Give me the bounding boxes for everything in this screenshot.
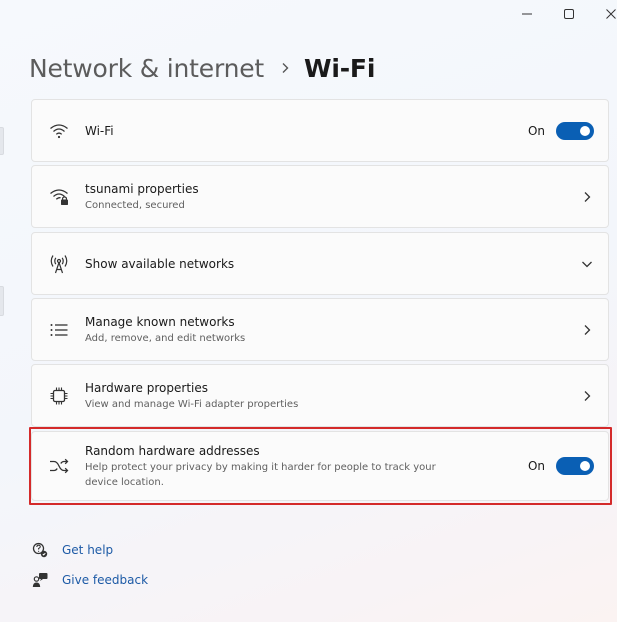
close-button[interactable] bbox=[588, 0, 617, 28]
sidebar-edge-middle bbox=[0, 286, 4, 316]
minimize-icon bbox=[522, 9, 532, 19]
breadcrumb: Network & internet Wi-Fi bbox=[29, 48, 375, 88]
known-networks-desc: Add, remove, and edit networks bbox=[85, 332, 246, 344]
maximize-button[interactable] bbox=[546, 0, 592, 28]
maximize-icon bbox=[564, 9, 574, 19]
hardware-properties-desc: View and manage Wi-Fi adapter properties bbox=[85, 398, 299, 410]
network-properties-title: tsunami properties bbox=[85, 181, 199, 196]
random-addresses-title: Random hardware addresses bbox=[85, 443, 260, 458]
available-networks-title: Show available networks bbox=[85, 256, 235, 271]
hardware-properties-card[interactable]: Hardware properties View and manage Wi-F… bbox=[31, 364, 609, 427]
toggle-knob bbox=[580, 125, 590, 136]
chevron-right-icon bbox=[280, 62, 290, 74]
chevron-right-icon bbox=[580, 323, 594, 337]
wifi-state-label: On bbox=[527, 123, 545, 138]
chevron-right-icon bbox=[580, 190, 594, 204]
page-title: Wi-Fi bbox=[304, 53, 376, 83]
breadcrumb-parent-link[interactable]: Network & internet bbox=[29, 54, 264, 83]
wifi-setting-card[interactable]: Wi-Fi On bbox=[31, 99, 609, 162]
close-icon bbox=[606, 9, 616, 19]
wifi-card-title: Wi-Fi bbox=[85, 123, 114, 138]
known-networks-card[interactable]: Manage known networks Add, remove, and e… bbox=[31, 298, 609, 361]
available-networks-card[interactable]: Show available networks bbox=[31, 232, 609, 295]
shuffle-icon bbox=[48, 455, 70, 477]
help-icon bbox=[31, 541, 49, 559]
chip-icon bbox=[48, 385, 70, 407]
random-addresses-desc: Help protect your privacy by making it h… bbox=[85, 461, 436, 488]
hardware-properties-title: Hardware properties bbox=[85, 380, 208, 395]
toggle-knob bbox=[580, 461, 590, 471]
network-properties-card[interactable]: tsunami properties Connected, secured bbox=[31, 165, 609, 228]
known-networks-title: Manage known networks bbox=[85, 314, 235, 329]
chevron-down-icon bbox=[580, 257, 594, 271]
feedback-icon bbox=[31, 571, 49, 589]
minimize-button[interactable] bbox=[504, 0, 550, 28]
give-feedback-link[interactable]: Give feedback bbox=[31, 570, 148, 590]
random-addresses-toggle[interactable] bbox=[556, 457, 594, 475]
wifi-lock-icon bbox=[48, 186, 70, 208]
network-properties-desc: Connected, secured bbox=[85, 199, 185, 211]
antenna-icon bbox=[48, 253, 70, 275]
list-icon bbox=[48, 319, 70, 341]
wifi-toggle[interactable] bbox=[556, 121, 594, 140]
random-addresses-state-label: On bbox=[527, 459, 545, 473]
get-help-link[interactable]: Get help bbox=[31, 540, 113, 560]
get-help-label: Get help bbox=[62, 543, 114, 557]
wifi-icon bbox=[48, 120, 70, 142]
give-feedback-label: Give feedback bbox=[62, 573, 149, 587]
sidebar-edge-top bbox=[0, 127, 4, 155]
random-hardware-addresses-card[interactable]: Random hardware addresses Help protect y… bbox=[31, 431, 609, 501]
chevron-right-icon bbox=[580, 389, 594, 403]
